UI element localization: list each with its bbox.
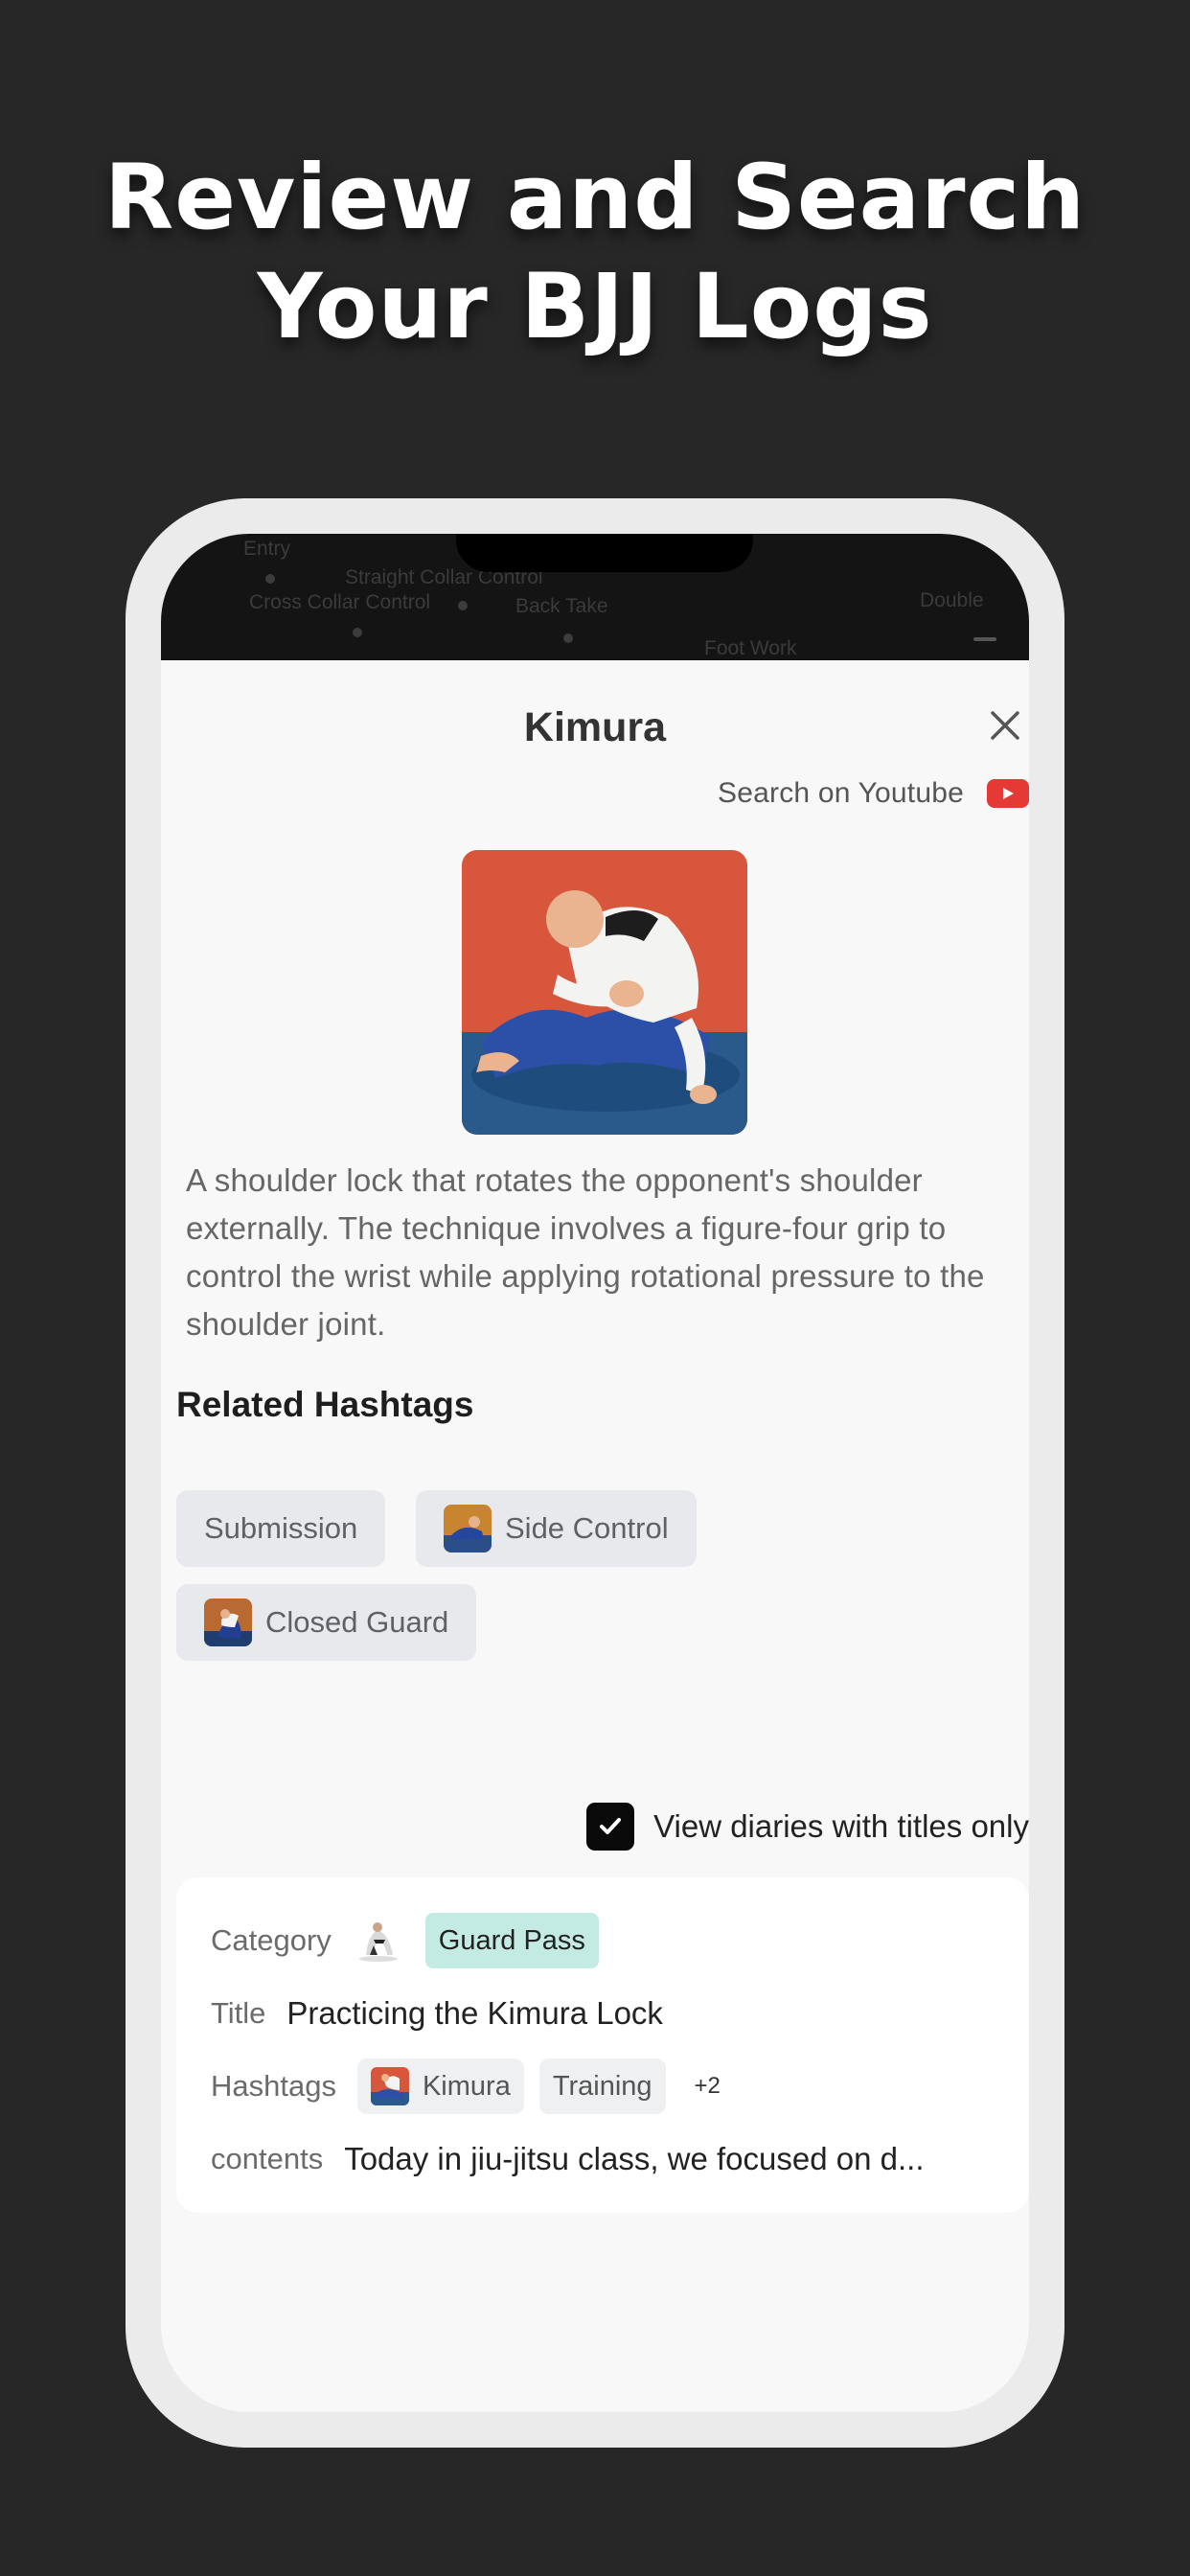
hashtag-chip-submission[interactable]: Submission (176, 1490, 386, 1567)
map-node (563, 633, 573, 643)
hashtag-chip-label: Side Control (505, 1511, 669, 1545)
more-hashtags-count: +2 (694, 2073, 721, 2099)
hashtag-chip-side-control[interactable]: Side Control (416, 1490, 697, 1567)
category-badge: Guard Pass (424, 1913, 599, 1968)
diary-tag-training: Training (538, 2058, 666, 2114)
technique-image (462, 850, 747, 1135)
map-label: Entry (243, 538, 291, 560)
map-label: Back Take (515, 595, 608, 617)
map-label: Foot Work (704, 637, 797, 659)
search-youtube-link[interactable]: Search on Youtube (718, 773, 1029, 814)
headline: Review and Search Your BJJ Logs (0, 144, 1190, 362)
diary-tag-label: Training (552, 2070, 652, 2102)
closed-guard-thumbnail (204, 1598, 252, 1646)
technique-title: Kimura (523, 704, 667, 750)
contents-label: contents (211, 2142, 324, 2175)
diary-tag-label: Kimura (422, 2070, 511, 2102)
hashtags-label: Hashtags (211, 2069, 336, 2103)
diary-tag-kimura: Kimura (356, 2058, 524, 2114)
technique-description: A shoulder lock that rotates the opponen… (186, 1162, 985, 1342)
diary-title: Practicing the Kimura Lock (286, 1995, 663, 2031)
phone-screen: Entry Straight Collar Control Cross Coll… (161, 534, 1029, 2412)
diary-category-row: Category Guard Pass (211, 1912, 599, 1969)
technique-detail-sheet: Kimura Search on Youtube A shoulder lock… (161, 660, 1029, 2412)
headline-line-2: Your BJJ Logs (257, 255, 933, 359)
diary-title-row: Title Practicing the Kimura Lock (211, 1985, 663, 2042)
phone-notch (456, 534, 753, 572)
hashtag-chip-label: Closed Guard (265, 1605, 449, 1639)
side-control-thumbnail (444, 1505, 492, 1552)
diary-contents-row: contents Today in jiu-jitsu class, we fo… (211, 2130, 925, 2188)
map-node (458, 601, 468, 610)
map-node (265, 574, 275, 584)
map-node (353, 628, 362, 637)
kimura-thumbnail (370, 2067, 409, 2105)
hashtag-chip-label: Submission (204, 1511, 358, 1545)
titles-only-label: View diaries with titles only (653, 1808, 1029, 1844)
hashtag-chip-closed-guard[interactable]: Closed Guard (176, 1584, 477, 1661)
diary-entry-card[interactable]: Category Guard Pass Title Practicing the… (176, 1877, 1029, 2213)
map-handle (973, 637, 996, 641)
map-label: Double (920, 589, 984, 611)
diary-contents: Today in jiu-jitsu class, we focused on … (344, 2141, 925, 2176)
titles-only-toggle[interactable]: View diaries with titles only (586, 1802, 1029, 1852)
diary-hashtags-row: Hashtags Kimura Training +2 (211, 2058, 721, 2115)
map-label: Cross Collar Control (249, 591, 431, 613)
search-youtube-label: Search on Youtube (718, 777, 964, 809)
youtube-icon (987, 779, 1029, 808)
category-label: Category (211, 1923, 332, 1957)
related-hashtags-title: Related Hashtags (176, 1385, 474, 1424)
close-icon[interactable] (986, 706, 1024, 745)
headline-line-1: Review and Search (103, 146, 1087, 250)
title-label: Title (211, 1996, 266, 2030)
guard-pass-icon (358, 1922, 398, 1962)
checkbox-checked-icon[interactable] (586, 1803, 635, 1851)
